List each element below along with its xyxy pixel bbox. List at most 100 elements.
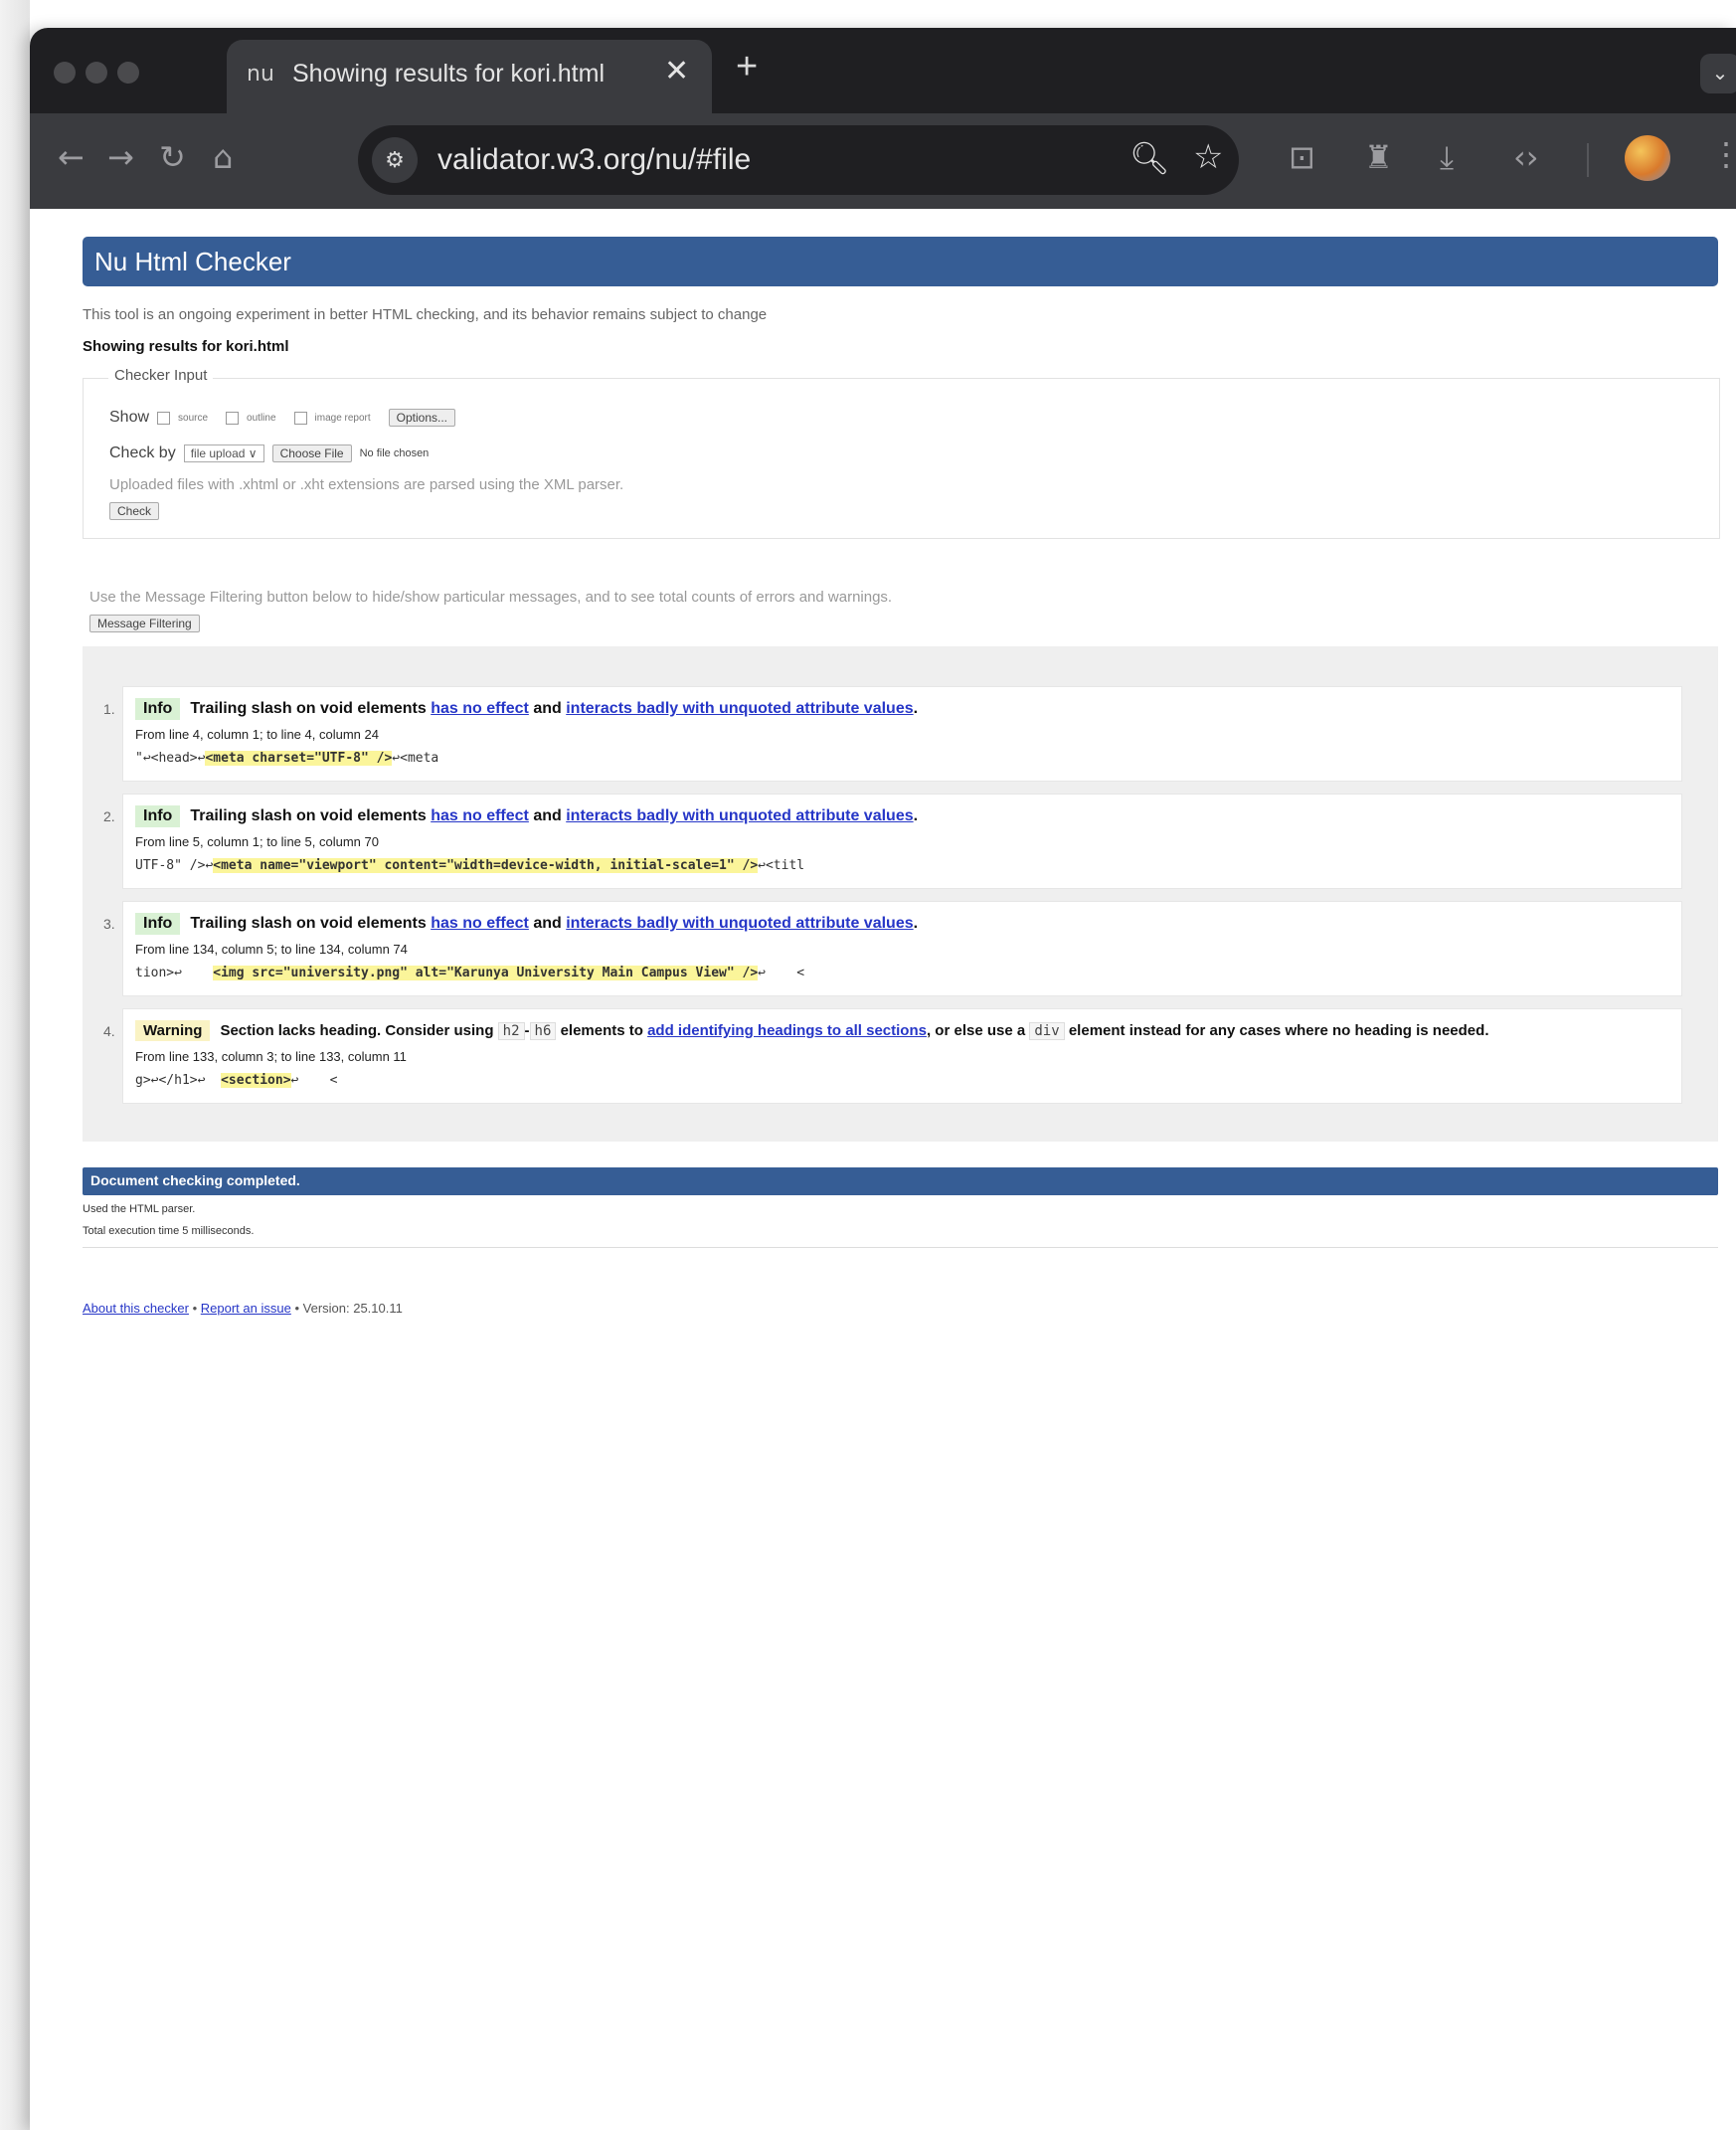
bookmark-star-icon[interactable]: ☆ — [1193, 137, 1223, 177]
check-by-row: Check by file upload ∨ Choose File No fi… — [109, 444, 429, 462]
show-options-row: Show source outline image report Options… — [109, 409, 456, 427]
no-file-chosen-text: No file chosen — [359, 447, 430, 459]
outline-checkbox[interactable] — [226, 411, 240, 425]
extract-highlight: <meta charset="UTF-8" /> — [205, 751, 393, 766]
forward-arrow-icon[interactable]: → — [107, 137, 134, 177]
message-filter-note: Use the Message Filtering button below t… — [89, 589, 893, 606]
tab-title: Showing results for kori.html — [292, 60, 606, 88]
used-parser-text: Used the HTML parser. — [83, 1203, 196, 1215]
profile-avatar-icon[interactable] — [1625, 135, 1670, 181]
result-message: 4. Warning Section lacks heading. Conside… — [103, 1008, 1682, 1104]
period-text: . — [913, 807, 919, 824]
page-content: Nu Html Checker This tool is an ongoing … — [30, 209, 1736, 2130]
warning-badge: Warning — [135, 1020, 211, 1041]
interacts-badly-link[interactable]: interacts badly with unquoted attribute … — [566, 915, 913, 932]
message-location: From line 133, column 3; to line 133, co… — [135, 1049, 407, 1064]
check-button[interactable]: Check — [109, 502, 160, 520]
divider — [83, 1247, 1718, 1248]
info-badge: Info — [135, 913, 181, 935]
message-text: Info Trailing slash on void elements has … — [135, 698, 918, 720]
message-text: Warning Section lacks heading. Consider u… — [135, 1020, 1488, 1041]
download-icon[interactable]: ⤓ — [1440, 137, 1454, 177]
zoom-icon[interactable]: 🔍︎ — [1129, 139, 1170, 177]
kebab-menu-icon[interactable]: ⋮ — [1710, 135, 1736, 173]
message-filtering-button[interactable]: Message Filtering — [89, 615, 200, 632]
has-no-effect-link[interactable]: has no effect — [431, 807, 529, 824]
info-badge: Info — [135, 805, 181, 827]
message-location: From line 134, column 5; to line 134, co… — [135, 942, 408, 957]
message-number: 4. — [103, 1023, 115, 1039]
code-div: div — [1029, 1022, 1065, 1040]
message-text-part: elements to — [560, 1022, 643, 1039]
completion-bar: Document checking completed. — [83, 1167, 1718, 1195]
source-checkbox[interactable] — [157, 411, 171, 425]
execution-time-text: Total execution time 5 milliseconds. — [83, 1225, 255, 1237]
message-text-part: , or else use a — [926, 1022, 1026, 1039]
extract-highlight: <section> — [221, 1073, 291, 1088]
image-report-checkbox[interactable] — [293, 411, 307, 425]
reload-icon[interactable]: ↻ — [159, 137, 186, 177]
extension-icon[interactable]: ♜ — [1364, 137, 1393, 177]
check-by-select[interactable]: file upload ∨ — [183, 444, 264, 462]
nu-favicon-icon: nu — [247, 62, 274, 87]
address-bar[interactable]: ⚙ validator.w3.org/nu/#file 🔍︎ ☆ — [358, 125, 1239, 195]
page-banner: Nu Html Checker — [83, 237, 1718, 286]
check-by-label: Check by — [109, 444, 176, 461]
tab-close-icon[interactable]: ✕ — [664, 54, 689, 89]
browser-window: nu Showing results for kori.html ✕ + ⌄ ←… — [30, 28, 1736, 2130]
checker-input-fieldset: Checker Input Show source outline image … — [83, 367, 1720, 539]
message-number: 2. — [103, 808, 115, 824]
back-arrow-icon[interactable]: ← — [58, 137, 85, 177]
choose-file-button[interactable]: Choose File — [271, 444, 352, 462]
extract-highlight: <meta name="viewport" content="width=dev… — [213, 858, 759, 873]
version-text: Version: 25.10.11 — [302, 1301, 403, 1316]
tab-search-chevron-icon[interactable]: ⌄ — [1700, 54, 1736, 93]
report-issue-link[interactable]: Report an issue — [201, 1301, 291, 1316]
message-extract: "↩<head>↩<meta charset="UTF-8" />↩<meta — [135, 751, 438, 766]
about-checker-link[interactable]: About this checker — [83, 1301, 189, 1316]
extract-before: "↩<head>↩ — [135, 751, 206, 766]
message-number: 1. — [103, 701, 115, 717]
message-text-part: element instead for any cases where no h… — [1068, 1022, 1489, 1039]
devtools-icon[interactable]: ‹› — [1513, 137, 1539, 177]
checker-input-legend: Checker Input — [108, 367, 214, 384]
message-extract: UTF-8" />↩<meta name="viewport" content=… — [135, 858, 804, 873]
has-no-effect-link[interactable]: has no effect — [431, 915, 529, 932]
result-message: 1. Info Trailing slash on void elements h… — [103, 686, 1682, 782]
message-number: 3. — [103, 916, 115, 932]
extract-after: ↩<titl — [758, 858, 805, 873]
new-tab-icon[interactable]: + — [736, 48, 758, 86]
window-close-control[interactable] — [54, 62, 76, 84]
message-summary: Trailing slash on void elements — [190, 915, 427, 932]
tab-active[interactable]: nu Showing results for kori.html ✕ — [227, 40, 712, 113]
extract-before: tion>↩ — [135, 966, 214, 980]
message-summary: Trailing slash on void elements — [190, 700, 427, 717]
browser-toolbar: ← → ↻ ⌂ ⚙ validator.w3.org/nu/#file 🔍︎ ☆… — [30, 113, 1736, 209]
home-icon[interactable]: ⌂ — [213, 137, 233, 177]
xml-parser-note: Uploaded files with .xhtml or .xht exten… — [109, 476, 624, 493]
page-footer: About this checker • Report an issue • V… — [83, 1301, 403, 1316]
has-no-effect-link[interactable]: has no effect — [431, 700, 529, 717]
interacts-badly-link[interactable]: interacts badly with unquoted attribute … — [566, 700, 913, 717]
page-title: Nu Html Checker — [94, 247, 291, 276]
window-minimize-control[interactable] — [86, 62, 107, 84]
completion-text: Document checking completed. — [90, 1172, 300, 1188]
message-text: Info Trailing slash on void elements has … — [135, 913, 918, 935]
options-button[interactable]: Options... — [388, 409, 456, 427]
message-summary: Section lacks heading. Consider using — [220, 1022, 494, 1039]
interacts-badly-link[interactable]: interacts badly with unquoted attribute … — [566, 807, 913, 824]
message-text: Info Trailing slash on void elements has … — [135, 805, 918, 827]
message-extract: g>↩</h1>↩ <section>↩ < — [135, 1073, 338, 1088]
site-settings-icon[interactable]: ⚙ — [372, 137, 418, 183]
message-location: From line 4, column 1; to line 4, column… — [135, 727, 379, 742]
add-headings-link[interactable]: add identifying headings to all sections — [647, 1022, 927, 1039]
url-text[interactable]: validator.w3.org/nu/#file — [437, 143, 751, 177]
outline-label: outline — [247, 412, 276, 424]
info-badge: Info — [135, 698, 181, 720]
message-location: From line 5, column 1; to line 5, column… — [135, 834, 379, 849]
footer-separator: • — [192, 1301, 198, 1316]
window-zoom-control[interactable] — [117, 62, 139, 84]
and-text: and — [533, 807, 562, 824]
screen-capture-icon[interactable]: ⊡ — [1289, 137, 1315, 177]
tab-strip: nu Showing results for kori.html ✕ + ⌄ — [30, 28, 1736, 113]
